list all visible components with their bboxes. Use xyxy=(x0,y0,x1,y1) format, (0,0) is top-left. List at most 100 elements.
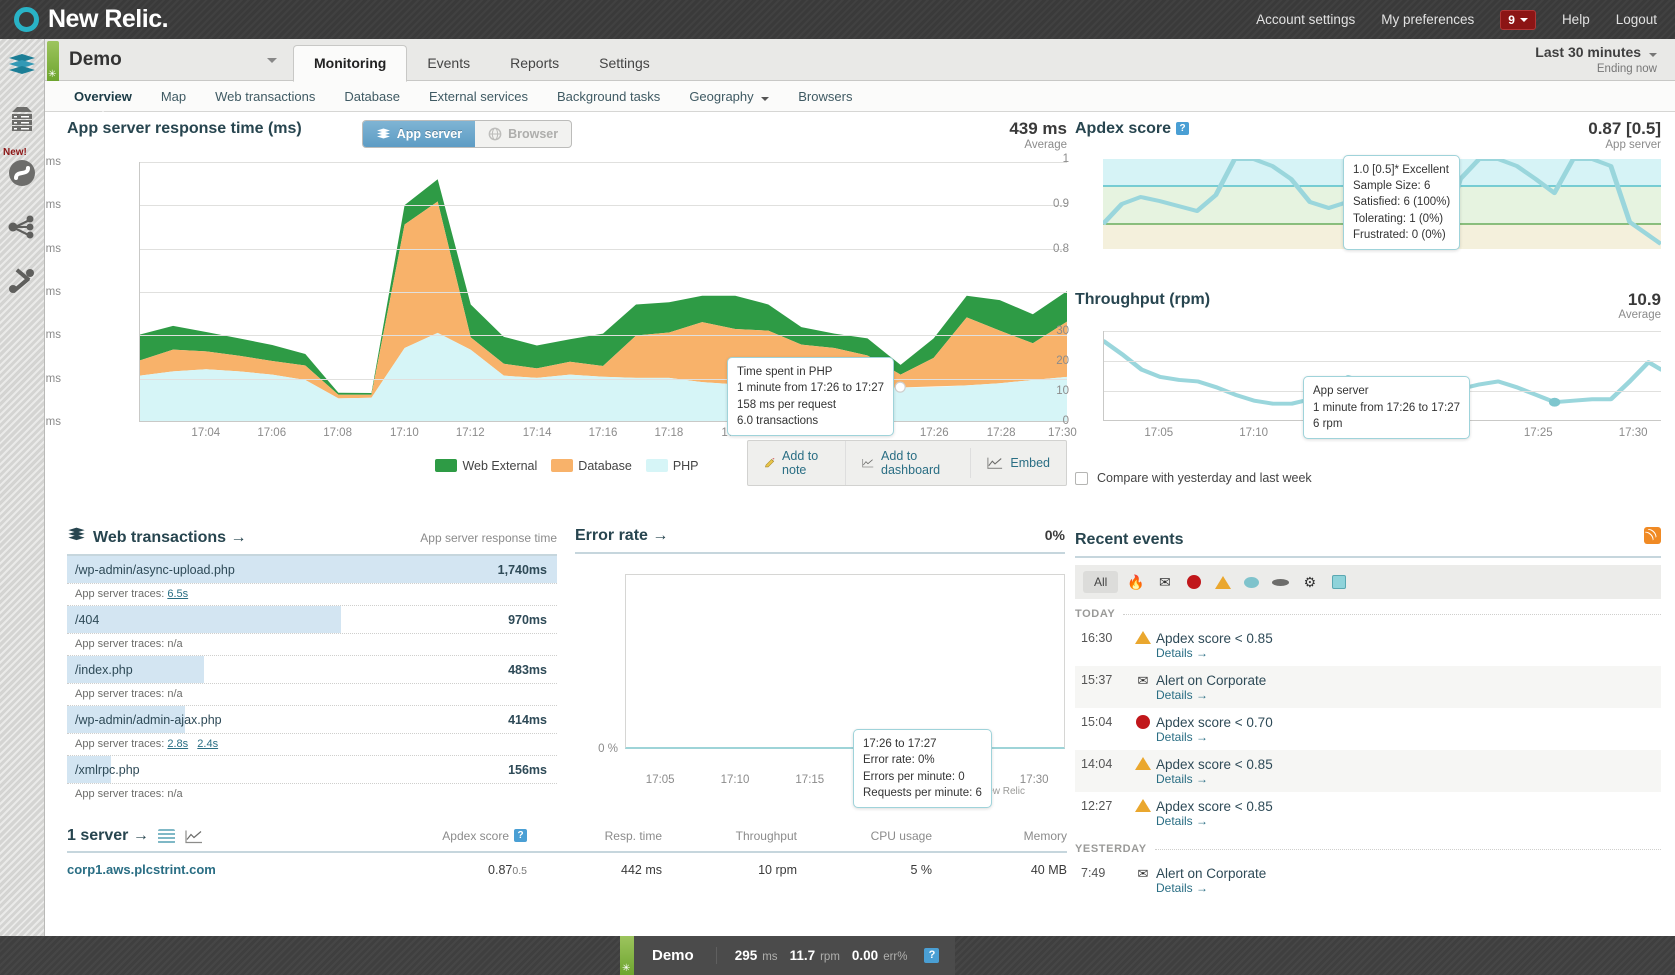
trace-link[interactable]: 2.4s xyxy=(197,738,218,750)
subtab-background-tasks[interactable]: Background tasks xyxy=(544,85,673,108)
brand[interactable]: New Relic. xyxy=(14,5,169,34)
table-row[interactable]: /404 970ms xyxy=(67,606,557,634)
event-details-link[interactable]: Details → xyxy=(1156,772,1661,786)
account-settings-link[interactable]: Account settings xyxy=(1256,12,1355,27)
embed-button[interactable]: Embed xyxy=(970,448,1066,478)
trace-link[interactable]: 2.8s xyxy=(167,738,188,750)
event-time: 15:37 xyxy=(1081,673,1113,687)
tab-monitoring[interactable]: Monitoring xyxy=(293,45,408,82)
throughput-chart[interactable]: 30 20 10 0 17:05 17:10 17:15 17:20 xyxy=(1056,325,1664,451)
rail-item-tools[interactable] xyxy=(5,264,39,298)
zeppelin-icon[interactable] xyxy=(1269,572,1292,593)
envelope-icon[interactable]: ✉ xyxy=(1153,572,1176,593)
event-details-link[interactable]: Details → xyxy=(1156,881,1661,895)
compare-checkbox[interactable] xyxy=(1075,471,1088,485)
table-row[interactable]: /wp-admin/admin-ajax.php 414ms xyxy=(67,706,557,734)
grid-view-icon[interactable] xyxy=(157,828,175,844)
apdex-value: 0.87 [0.5] xyxy=(1588,119,1661,138)
server-rack-icon xyxy=(12,107,32,131)
response-time-tooltip: Time spent in PHP 1 minute from 17:26 to… xyxy=(727,357,895,437)
app-selector[interactable]: Demo xyxy=(59,39,287,81)
subtab-geography[interactable]: Geography xyxy=(676,85,782,108)
error-rate-tooltip: 17:26 to 17:27 Error rate: 0% Errors per… xyxy=(853,729,992,809)
orange-triangle-icon[interactable] xyxy=(1211,572,1234,593)
my-preferences-link[interactable]: My preferences xyxy=(1381,12,1474,27)
sub-nav: Overview Map Web transactions Database E… xyxy=(45,81,1675,112)
toggle-browser[interactable]: Browser xyxy=(475,121,571,147)
event-filter-all[interactable]: All xyxy=(1083,571,1119,593)
chart-view-icon[interactable] xyxy=(185,829,203,844)
tab-reports[interactable]: Reports xyxy=(490,46,579,81)
tab-settings[interactable]: Settings xyxy=(579,46,670,81)
help-question-icon[interactable]: ? xyxy=(1176,122,1190,135)
legend-swatch xyxy=(551,459,574,472)
server-name[interactable]: corp1.aws.plcstrint.com xyxy=(67,862,216,877)
subtab-external-services[interactable]: External services xyxy=(416,85,541,108)
trace-link[interactable]: 6.5s xyxy=(167,588,188,600)
apdex-chart[interactable]: 1 0.9 0.8 1.0 [0.5]* Excellent Sample Si… xyxy=(1053,153,1663,269)
event-day-label: TODAY xyxy=(1075,599,1661,624)
subtab-web-transactions[interactable]: Web transactions xyxy=(202,85,328,108)
event-details-link[interactable]: Details → xyxy=(1156,646,1661,660)
tab-events[interactable]: Events xyxy=(407,46,490,81)
add-to-note-button[interactable]: Add to note xyxy=(748,441,845,485)
rail-item-applications[interactable] xyxy=(5,48,39,82)
legend-item-web-external[interactable]: Web External xyxy=(435,459,537,473)
brand-name: New Relic. xyxy=(48,5,169,33)
legend-item-php[interactable]: PHP xyxy=(645,459,699,473)
time-range-picker[interactable]: Last 30 minutes Ending now xyxy=(1535,44,1657,76)
subtab-map[interactable]: Map xyxy=(148,85,199,108)
table-row[interactable]: /index.php 483ms xyxy=(67,656,557,684)
help-link[interactable]: Help xyxy=(1562,12,1590,27)
flame-icon[interactable]: 🔥 xyxy=(1124,572,1147,593)
sync-infinity-icon xyxy=(9,160,35,186)
rss-feed-icon[interactable] xyxy=(1644,527,1661,544)
gear-icon[interactable]: ⚙ xyxy=(1298,572,1321,593)
xtick: 17:05 xyxy=(1144,427,1174,440)
list-item[interactable]: 15:37 ✉ Alert on Corporate Details → xyxy=(1075,666,1661,708)
list-item[interactable]: 14:04 Apdex score < 0.85 Details → xyxy=(1075,750,1661,792)
list-item[interactable]: 12:27 Apdex score < 0.85 Details → xyxy=(1075,792,1661,834)
event-time: 7:49 xyxy=(1081,866,1106,880)
error-rate-title[interactable]: Error rate → xyxy=(575,527,668,545)
transaction-value: 483ms xyxy=(508,662,547,677)
legend-item-database[interactable]: Database xyxy=(551,459,632,473)
note-icon[interactable] xyxy=(1327,572,1350,593)
help-question-icon[interactable]: ? xyxy=(924,948,940,963)
add-to-dashboard-button[interactable]: Add to dashboard xyxy=(845,441,970,485)
list-item[interactable]: 7:49 ✉ Alert on Corporate Details → xyxy=(1075,859,1661,901)
subtab-database[interactable]: Database xyxy=(331,85,413,108)
status-bar-app-card[interactable]: Demo 295 ms 11.7 rpm 0.00 err% ? xyxy=(620,936,956,975)
table-row[interactable]: /wp-admin/async-upload.php 1,740ms xyxy=(67,556,557,584)
compare-toggle[interactable]: Compare with yesterday and last week xyxy=(1075,471,1661,485)
red-circle-icon[interactable] xyxy=(1182,572,1205,593)
embed-label: Embed xyxy=(1010,456,1050,470)
transaction-value: 970ms xyxy=(508,612,547,627)
event-title: Alert on Corporate xyxy=(1156,673,1267,688)
toggle-app-server[interactable]: App server xyxy=(362,121,476,147)
subtab-browsers[interactable]: Browsers xyxy=(785,85,865,108)
speech-bubble-icon[interactable] xyxy=(1240,572,1263,593)
rail-item-plugins[interactable]: New! xyxy=(3,147,39,190)
error-rate-chart[interactable]: 0 % 17:05 17:10 17:15 17:20 17:25 17:30 … xyxy=(575,574,1065,809)
help-question-icon[interactable]: ? xyxy=(514,829,527,842)
subtab-overview[interactable]: Overview xyxy=(61,85,145,108)
web-transactions-title[interactable]: Web transactions → xyxy=(93,529,247,547)
event-details-link[interactable]: Details → xyxy=(1156,688,1661,702)
event-title: Apdex score < 0.85 xyxy=(1156,799,1273,814)
list-item[interactable]: 16:30 Apdex score < 0.85 Details → xyxy=(1075,624,1661,666)
rail-item-servers[interactable] xyxy=(5,102,39,136)
servers-panel: 1 server → Apdex score? Resp. time Throu… xyxy=(67,827,1067,877)
alert-count-badge[interactable]: 9 xyxy=(1500,9,1536,30)
table-row[interactable]: /xmlrpc.php 156ms xyxy=(67,756,557,784)
response-time-chart[interactable]: 1200 ms 1000 ms 800 ms 600 ms 400 ms 200… xyxy=(45,156,1077,447)
apdex-panel: Apdex score? 0.87 [0.5] App server 1 0.9… xyxy=(1053,119,1663,269)
table-row[interactable]: corp1.aws.plcstrint.com 0.870.5 442 ms 1… xyxy=(67,853,1067,877)
event-details-link[interactable]: Details → xyxy=(1156,814,1661,828)
logout-link[interactable]: Logout xyxy=(1616,12,1657,27)
event-details-link[interactable]: Details → xyxy=(1156,730,1661,744)
servers-title[interactable]: 1 server → xyxy=(67,827,149,845)
rail-item-integrations[interactable] xyxy=(5,210,39,244)
list-item[interactable]: 15:04 Apdex score < 0.70 Details → xyxy=(1075,708,1661,750)
envelope-icon: ✉ xyxy=(1137,866,1149,881)
